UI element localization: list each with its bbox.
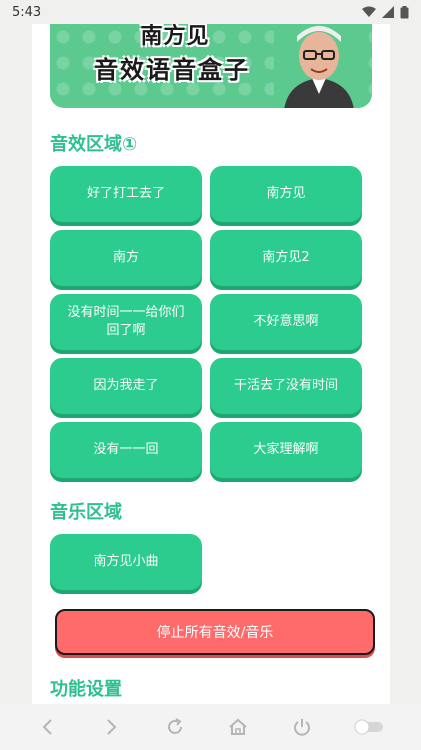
browser-nav-bar <box>0 704 421 750</box>
toggle-icon[interactable] <box>353 715 385 739</box>
status-time: 5:43 <box>12 4 42 20</box>
effects-section-title: 音效区域① <box>50 134 138 155</box>
effect-button-9[interactable]: 没有一一回 <box>50 422 202 478</box>
effect-button-3[interactable]: 南方 <box>50 230 202 286</box>
settings-section-title: 功能设置 <box>50 679 122 700</box>
forward-icon[interactable] <box>99 715 123 739</box>
effect-button-4[interactable]: 南方见2 <box>210 230 362 286</box>
status-bar: 5:43 <box>0 0 421 24</box>
effect-button-1[interactable]: 好了打工去了 <box>50 166 202 222</box>
effect-button-7[interactable]: 因为我走了 <box>50 358 202 414</box>
effect-button-6[interactable]: 不好意思啊 <box>210 294 362 350</box>
avatar-photo <box>274 24 364 108</box>
wifi-icon <box>362 6 376 17</box>
banner-subtitle: 音效语音盒子 <box>94 56 250 84</box>
stop-all-button[interactable]: 停止所有音效/音乐 <box>55 609 375 655</box>
main-card: 南方见 音效语音盒子 音效区域① 好了打工去了 南方见 南方 南方见2 没有时间… <box>32 24 390 704</box>
effect-button-2[interactable]: 南方见 <box>210 166 362 222</box>
home-icon[interactable] <box>226 715 250 739</box>
music-button-1[interactable]: 南方见小曲 <box>50 534 202 590</box>
banner-title: 南方见 <box>140 24 210 49</box>
music-section-title: 音乐区域 <box>50 502 122 523</box>
battery-icon <box>400 5 409 18</box>
refresh-icon[interactable] <box>163 715 187 739</box>
effect-button-8[interactable]: 干活去了没有时间 <box>210 358 362 414</box>
effect-button-10[interactable]: 大家理解啊 <box>210 422 362 478</box>
power-icon[interactable] <box>290 715 314 739</box>
back-icon[interactable] <box>36 715 60 739</box>
banner: 南方见 音效语音盒子 <box>50 24 372 108</box>
signal-icon <box>382 6 394 18</box>
status-icons <box>362 5 409 19</box>
effect-button-5[interactable]: 没有时间一一给你们回了啊 <box>50 294 202 350</box>
